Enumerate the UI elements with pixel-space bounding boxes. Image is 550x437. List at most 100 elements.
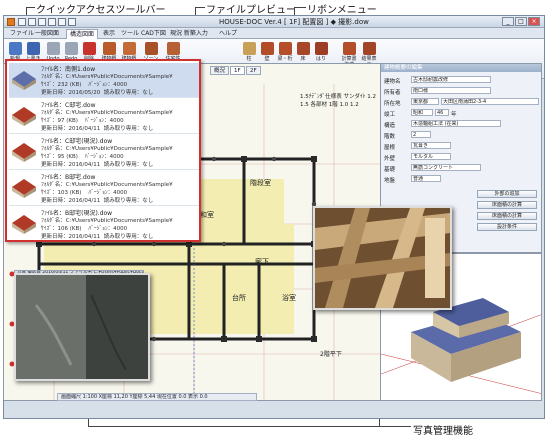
maximize-icon[interactable]: □ [515, 17, 527, 26]
wall-photo-image [16, 275, 148, 379]
era-select[interactable]: 昭和 [411, 109, 433, 116]
floor-area-button[interactable]: 床面積の計算 [477, 201, 537, 209]
callout-ribbon-menu: リボンメニュー [307, 5, 377, 16]
properties-header: 建物概要の編集 [381, 64, 541, 72]
ribbon-tabs: ファイル 一般図面 構造図面 表示 ツール CAD下図 現況 新築入力 ヘルプ [4, 28, 544, 39]
window-title: HOUSE-DOC Ver.4 [ 1F] 配置図 ] ◆ 撮影.dow [219, 18, 369, 26]
house-thumbnail-icon [12, 107, 36, 126]
tab-structure-drawing[interactable]: 構造図面 [66, 29, 99, 39]
floor-icon [296, 42, 310, 55]
drawing-info-line2: 1.5 各部材 1階 1.0 1.2 [300, 102, 359, 108]
house-thumbnail-icon [12, 179, 36, 198]
prop-label: 基礎 [384, 167, 396, 173]
recent-file-item[interactable]: ﾌｧｲﾙ名：C邸宅(現況).dow ﾌｫﾙﾀﾞ名：C:¥Users¥Public… [9, 135, 199, 170]
quick-redo-icon[interactable] [38, 18, 46, 26]
room-japanese: 和室 [200, 211, 214, 219]
foundation-field[interactable]: 無筋コンクリート [411, 164, 481, 171]
column-icon [242, 42, 256, 55]
tab-current-new[interactable]: 現況 新築入力 [167, 29, 211, 39]
callout-line [294, 7, 306, 8]
recent-file-item[interactable]: ﾌｧｲﾙ名：B邸宅(現況).dow ﾌｫﾙﾀﾞ名：C:¥Users¥Public… [9, 207, 199, 240]
status-bar: 画面縮尺 1:100 X座標 11,20 Y座標 5,44 現在位置 0.0 表… [57, 393, 257, 401]
tab-general-drawing[interactable]: 一般図面 [32, 29, 62, 39]
prop-label: 外壁 [384, 156, 396, 162]
house-edit-icon [122, 42, 136, 55]
outer-wall-field[interactable]: モルタル [411, 153, 451, 160]
ground-field[interactable]: 普通 [411, 175, 441, 182]
prop-label: 建物名 [384, 79, 401, 85]
quick-open-icon[interactable] [48, 18, 56, 26]
close-icon[interactable]: × [528, 17, 540, 26]
callout-line [195, 7, 205, 8]
house-thumbnail-icon [12, 215, 36, 234]
building-name-field[interactable]: 古木邸耐震改修 [411, 76, 491, 83]
wall-button[interactable]: 壁 [258, 42, 276, 62]
photo-beams[interactable] [313, 206, 452, 310]
girder-icon [314, 42, 328, 55]
minimize-icon[interactable]: _ [502, 17, 514, 26]
tab-overview[interactable]: 概況 [210, 66, 230, 75]
house-thumbnail-icon [12, 71, 36, 90]
tab-view[interactable]: 表示 [100, 29, 118, 39]
callout-file-preview: ファイルプレビュー [206, 5, 296, 16]
tab-2f[interactable]: 2F [246, 66, 261, 75]
prop-label: 地盤 [384, 178, 396, 184]
quick-print-icon[interactable] [58, 18, 66, 26]
house-icon [102, 42, 116, 55]
callout-photo-management: 写真管理機能 [413, 426, 473, 437]
quick-customize-icon[interactable] [68, 18, 76, 26]
recent-file-item[interactable]: ﾌｧｲﾙ名：南側1.dow ﾌｫﾙﾀﾞ名：C:¥Users¥Public¥Doc… [9, 63, 199, 98]
file-preview-dropdown: ﾌｧｲﾙ名：南側1.dow ﾌｫﾙﾀﾞ名：C:¥Users¥Public¥Doc… [5, 59, 201, 242]
beams-photo-image [315, 208, 450, 308]
girder-button[interactable]: はり [312, 42, 330, 62]
structure-field[interactable]: 木造軸組工法 (在来) [411, 120, 501, 127]
floors-field[interactable]: 2 [411, 131, 431, 138]
floor-button[interactable]: 床 [294, 42, 312, 62]
new-file-icon [8, 42, 22, 55]
tab-cad[interactable]: CAD下図 [138, 29, 169, 39]
recent-file-item[interactable]: ﾌｧｲﾙ名：C邸宅.dow ﾌｫﾙﾀﾞ名：C:¥Users¥Public¥Doc… [9, 99, 199, 134]
quick-undo-icon[interactable] [28, 18, 36, 26]
photo-wall[interactable] [14, 273, 150, 381]
redo-icon [64, 42, 78, 55]
design-conditions-button[interactable]: 設計条件 [477, 223, 537, 231]
house-thumbnail-icon [12, 143, 36, 162]
beam-button[interactable]: 梁・桁 [276, 42, 294, 62]
address-field[interactable]: 大田区南蒲田2-3-4 [441, 98, 539, 105]
year-unit: 年 [451, 112, 457, 118]
title-bar: HOUSE-DOC Ver.4 [ 1F] 配置図 ] ◆ 撮影.dow _ □… [4, 16, 544, 28]
beam-icon [278, 42, 292, 55]
owner-field[interactable]: 南口様 [411, 87, 491, 94]
year-field[interactable]: 46 [435, 109, 449, 116]
callout-line [88, 426, 411, 427]
tab-help[interactable]: ヘルプ [216, 29, 240, 39]
result-icon [362, 42, 376, 55]
delete-icon [82, 42, 96, 55]
add-exterior-button[interactable]: 外部の追加 [477, 190, 537, 198]
report-icon [342, 42, 356, 55]
prop-label: 竣工 [384, 112, 396, 118]
room-hallway: 廊下 [255, 258, 269, 266]
roof-field[interactable]: 瓦葺き [411, 142, 451, 149]
room-kitchen: 台所 [232, 294, 246, 302]
legend-label: 2階平下 [320, 351, 342, 358]
prefecture-field[interactable]: 東京都 [411, 98, 439, 105]
recent-file-item[interactable]: ﾌｧｲﾙ名：B邸宅.dow ﾌｫﾙﾀﾞ名：C:¥Users¥Public¥Doc… [9, 171, 199, 206]
tab-1f[interactable]: 1F [230, 66, 245, 75]
floor-area-button-2[interactable]: 床面積の計算 [477, 212, 537, 220]
performance-icon [166, 42, 180, 55]
undo-icon [46, 42, 60, 55]
prop-label: 屋根 [384, 145, 396, 151]
drawing-tabs: 概況 1F 2F [200, 66, 380, 75]
app-menu-icon[interactable] [7, 18, 15, 26]
prop-label: 所有者 [384, 90, 401, 96]
drawing-info-line1: 1.5ﾁﾃﾞﾝﾀﾞ仕様表 サンダｲﾄ 1.2 [300, 94, 376, 100]
room-stairs: 階段室 [250, 179, 271, 187]
quick-save-icon[interactable] [18, 18, 26, 26]
prop-label: 階数 [384, 134, 396, 140]
callout-quick-access: クイックアクセスツールバー [36, 5, 166, 16]
prop-label: 構造 [384, 123, 396, 129]
zone-icon [144, 42, 158, 55]
callout-line [26, 7, 35, 8]
column-button[interactable]: 柱 [240, 42, 258, 62]
